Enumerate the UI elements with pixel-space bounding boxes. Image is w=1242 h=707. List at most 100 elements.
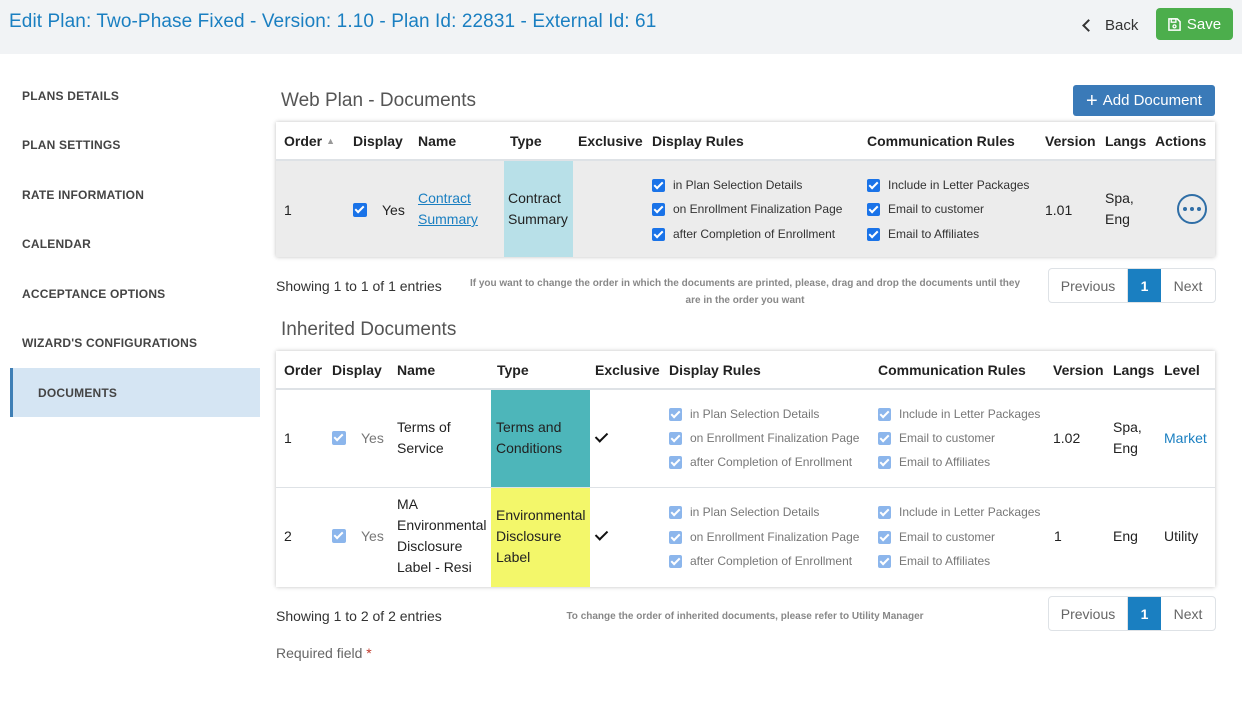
sidebar-item-documents[interactable]: DOCUMENTS — [10, 368, 260, 417]
display-value: Yes — [361, 430, 384, 446]
comm-rule-email-affiliates: Email to Affiliates — [878, 554, 990, 568]
sidebar-item-plan-settings[interactable]: PLAN SETTINGS — [22, 138, 121, 152]
back-button[interactable]: Back — [1080, 14, 1138, 36]
rule-checkbox — [669, 431, 682, 445]
table-row[interactable]: 2 Yes MA Environmental Disclosure Label … — [276, 488, 1215, 587]
display-rule-enrollment-finalization: on Enrollment Finalization Page — [669, 431, 859, 445]
display-rule-enrollment-finalization[interactable]: on Enrollment Finalization Page — [652, 202, 842, 216]
web-documents-title: Web Plan - Documents — [281, 90, 477, 111]
row-order: 1 — [284, 202, 292, 218]
comm-rule-email-affiliates: Email to Affiliates — [878, 455, 990, 469]
display-value: Yes — [361, 528, 384, 544]
rule-checkbox — [669, 505, 682, 519]
inherited-documents-hint: To change the order of inherited documen… — [566, 611, 924, 622]
column-header-display: Display — [332, 362, 382, 378]
column-header-name: Name — [397, 362, 436, 378]
column-header-level: Level — [1164, 362, 1200, 378]
pagination-next[interactable]: Next — [1161, 269, 1215, 302]
row-langs: Spa, Eng — [1113, 419, 1142, 456]
column-header-order[interactable]: Order ▲ — [284, 133, 335, 149]
rule-checkbox — [669, 407, 682, 421]
inherited-documents-table: Order Display Name Type Exclusive Displa… — [276, 351, 1215, 587]
column-header-exclusive: Exclusive — [578, 133, 643, 149]
rule-checkbox[interactable] — [867, 202, 880, 216]
column-header-version: Version — [1053, 362, 1104, 378]
display-value: Yes — [382, 202, 405, 218]
pagination-page-1[interactable]: 1 — [1128, 597, 1161, 630]
web-documents-pagination: Previous 1 Next — [1048, 268, 1216, 303]
sidebar-item-rate-information[interactable]: RATE INFORMATION — [22, 188, 144, 202]
web-documents-table: Order ▲ Display Name Type Exclusive Displ… — [276, 122, 1215, 257]
type-cell: Terms and Conditions — [491, 390, 590, 487]
row-version: 1.01 — [1045, 202, 1073, 218]
floppy-disk-icon — [1168, 17, 1181, 31]
comm-rule-letter-packages[interactable]: Include in Letter Packages — [867, 178, 1029, 192]
column-header-communication-rules: Communication Rules — [878, 362, 1026, 378]
page-title: Edit Plan: Two-Phase Fixed - Version: 1.… — [9, 11, 657, 32]
rule-checkbox — [878, 554, 891, 568]
sidebar-item-acceptance-options[interactable]: ACCEPTANCE OPTIONS — [22, 287, 165, 301]
display-checkbox — [332, 529, 346, 543]
web-documents-entries-info: Showing 1 to 1 of 1 entries — [276, 278, 442, 294]
row-order: 2 — [284, 528, 292, 544]
row-level-link[interactable]: Market — [1164, 430, 1207, 446]
row-version: 1.02 — [1053, 430, 1081, 446]
sidebar-item-label: DOCUMENTS — [38, 386, 118, 400]
column-header-name: Name — [418, 133, 457, 149]
add-document-button[interactable]: + Add Document — [1073, 85, 1215, 116]
sidebar-item-wizards-configurations[interactable]: WIZARD'S CONFIGURATIONS — [22, 336, 197, 350]
inherited-documents-title: Inherited Documents — [281, 319, 457, 340]
chevron-left-icon — [1082, 18, 1095, 32]
rule-checkbox[interactable] — [652, 178, 665, 192]
sidebar-item-plans-details[interactable]: PLANS DETAILS — [22, 89, 119, 103]
comm-rule-email-customer: Email to customer — [878, 530, 995, 544]
back-label: Back — [1105, 16, 1139, 34]
comm-rule-email-customer[interactable]: Email to customer — [867, 202, 984, 216]
rule-checkbox — [878, 530, 891, 544]
rule-checkbox — [878, 455, 891, 469]
web-documents-drag-hint: If you want to change the order in which… — [469, 278, 1021, 306]
row-langs: Eng — [1113, 528, 1138, 544]
display-checkbox[interactable] — [353, 203, 367, 217]
display-rule-enrollment-finalization: on Enrollment Finalization Page — [669, 530, 859, 544]
rule-checkbox[interactable] — [867, 178, 880, 192]
column-header-version: Version — [1045, 133, 1096, 149]
exclusive-check-icon — [594, 527, 609, 541]
display-rule-after-completion: after Completion of Enrollment — [669, 455, 852, 469]
save-label: Save — [1186, 15, 1222, 33]
column-header-actions: Actions — [1155, 133, 1207, 149]
pagination-previous[interactable]: Previous — [1049, 269, 1128, 302]
pagination-page-1[interactable]: 1 — [1128, 269, 1161, 302]
display-rule-plan-selection[interactable]: in Plan Selection Details — [652, 178, 802, 192]
table-row[interactable]: 1 Yes Contract Summary Contract Summary … — [276, 161, 1215, 257]
display-rule-after-completion[interactable]: after Completion of Enrollment — [652, 227, 835, 241]
pagination-previous[interactable]: Previous — [1049, 597, 1128, 630]
comm-rule-letter-packages: Include in Letter Packages — [878, 505, 1040, 519]
sidebar-item-calendar[interactable]: CALENDAR — [22, 237, 91, 251]
inherited-documents-pagination: Previous 1 Next — [1048, 596, 1216, 631]
more-actions-button[interactable] — [1177, 194, 1207, 224]
rule-checkbox[interactable] — [867, 227, 880, 241]
display-rule-plan-selection: in Plan Selection Details — [669, 407, 819, 421]
add-document-label: Add Document — [1102, 92, 1202, 109]
column-header-display-rules: Display Rules — [669, 362, 761, 378]
table-row[interactable]: 1 Yes Terms of Service Terms and Conditi… — [276, 390, 1215, 487]
comm-rule-letter-packages: Include in Letter Packages — [878, 407, 1040, 421]
row-level: Utility — [1164, 528, 1199, 544]
inherited-documents-entries-info: Showing 1 to 2 of 2 entries — [276, 608, 442, 624]
exclusive-check-icon — [594, 429, 609, 443]
document-name-link[interactable]: Contract Summary — [418, 188, 478, 230]
required-asterisk: * — [366, 645, 372, 661]
display-rule-after-completion: after Completion of Enrollment — [669, 554, 852, 568]
rule-checkbox[interactable] — [652, 227, 665, 241]
sort-icon: ▲ — [326, 136, 336, 146]
rule-checkbox — [878, 407, 891, 421]
rule-checkbox[interactable] — [652, 202, 665, 216]
column-header-exclusive: Exclusive — [595, 362, 660, 378]
save-button[interactable]: Save — [1156, 8, 1233, 40]
comm-rule-email-affiliates[interactable]: Email to Affiliates — [867, 227, 979, 241]
row-langs: Spa, Eng — [1105, 190, 1134, 227]
column-header-langs: Langs — [1105, 133, 1147, 149]
type-cell: Contract Summary — [504, 161, 573, 257]
pagination-next[interactable]: Next — [1161, 597, 1215, 630]
